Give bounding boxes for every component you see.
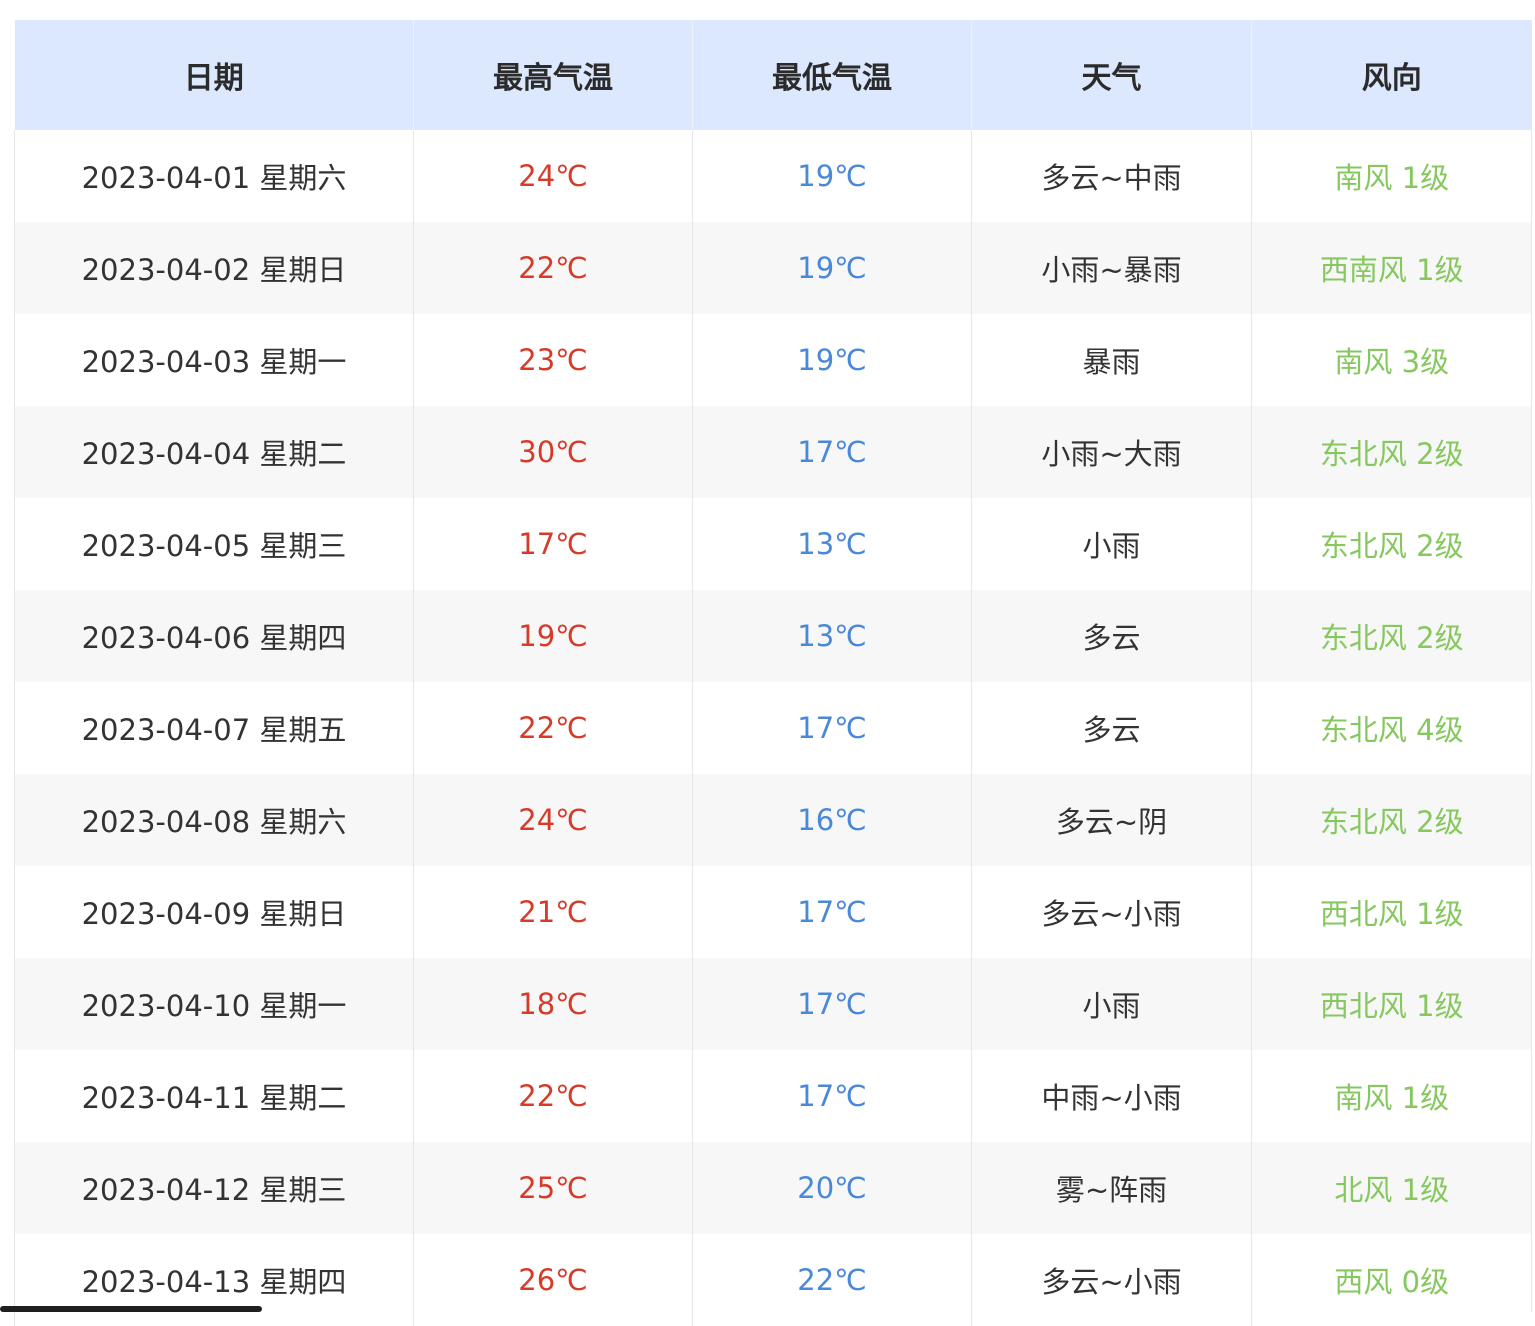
table-row: 2023-04-10 星期一 18℃ 17℃ 小雨 西北风 1级 xyxy=(14,958,1532,1050)
weather-cell: 暴雨 xyxy=(971,314,1252,406)
weather-cell: 多云~小雨 xyxy=(971,1234,1252,1326)
table-right-border xyxy=(1531,20,1532,1312)
table-row: 2023-04-03 星期一 23℃ 19℃ 暴雨 南风 3级 xyxy=(14,314,1532,406)
high-temp-cell: 23℃ xyxy=(413,314,693,406)
table-row: 2023-04-05 星期三 17℃ 13℃ 小雨 东北风 2级 xyxy=(14,498,1532,590)
date-cell: 2023-04-08 星期六 xyxy=(14,774,414,866)
date-cell: 2023-04-06 星期四 xyxy=(14,590,414,682)
low-temp-cell: 17℃ xyxy=(692,866,972,958)
wind-cell: 南风 1级 xyxy=(1251,130,1532,222)
weather-table: 日期 最高气温 最低气温 天气 风向 2023-04-01 星期六 24℃ 19… xyxy=(14,20,1532,1326)
wind-cell: 南风 3级 xyxy=(1251,314,1532,406)
high-temp-cell: 19℃ xyxy=(413,590,693,682)
date-cell: 2023-04-02 星期日 xyxy=(14,222,414,314)
high-temp-cell: 22℃ xyxy=(413,222,693,314)
low-temp-cell: 13℃ xyxy=(692,590,972,682)
table-row: 2023-04-08 星期六 24℃ 16℃ 多云~阴 东北风 2级 xyxy=(14,774,1532,866)
header-date[interactable]: 日期 xyxy=(14,20,414,130)
weather-cell: 多云~中雨 xyxy=(971,130,1252,222)
date-cell: 2023-04-04 星期二 xyxy=(14,406,414,498)
table-row: 2023-04-11 星期二 22℃ 17℃ 中雨~小雨 南风 1级 xyxy=(14,1050,1532,1142)
weather-cell: 多云~小雨 xyxy=(971,866,1252,958)
wind-cell: 西北风 1级 xyxy=(1251,958,1532,1050)
horizontal-scrollbar[interactable] xyxy=(0,1306,262,1312)
high-temp-cell: 26℃ xyxy=(413,1234,693,1326)
high-temp-cell: 18℃ xyxy=(413,958,693,1050)
header-low-temp[interactable]: 最低气温 xyxy=(692,20,972,130)
wind-cell: 东北风 2级 xyxy=(1251,590,1532,682)
weather-cell: 多云 xyxy=(971,590,1252,682)
weather-cell: 多云~阴 xyxy=(971,774,1252,866)
table-row: 2023-04-13 星期四 26℃ 22℃ 多云~小雨 西风 0级 xyxy=(14,1234,1532,1326)
weather-cell: 小雨 xyxy=(971,498,1252,590)
table-row: 2023-04-07 星期五 22℃ 17℃ 多云 东北风 4级 xyxy=(14,682,1532,774)
wind-cell: 东北风 2级 xyxy=(1251,406,1532,498)
table-row: 2023-04-04 星期二 30℃ 17℃ 小雨~大雨 东北风 2级 xyxy=(14,406,1532,498)
date-cell: 2023-04-13 星期四 xyxy=(14,1234,414,1326)
table-row: 2023-04-02 星期日 22℃ 19℃ 小雨~暴雨 西南风 1级 xyxy=(14,222,1532,314)
date-cell: 2023-04-05 星期三 xyxy=(14,498,414,590)
wind-cell: 西北风 1级 xyxy=(1251,866,1532,958)
weather-cell: 多云 xyxy=(971,682,1252,774)
low-temp-cell: 17℃ xyxy=(692,958,972,1050)
low-temp-cell: 19℃ xyxy=(692,130,972,222)
low-temp-cell: 20℃ xyxy=(692,1142,972,1234)
low-temp-cell: 17℃ xyxy=(692,406,972,498)
low-temp-cell: 16℃ xyxy=(692,774,972,866)
low-temp-cell: 17℃ xyxy=(692,1050,972,1142)
wind-cell: 西南风 1级 xyxy=(1251,222,1532,314)
weather-table-container: 日期 最高气温 最低气温 天气 风向 2023-04-01 星期六 24℃ 19… xyxy=(14,20,1532,1326)
wind-cell: 东北风 2级 xyxy=(1251,774,1532,866)
table-header: 日期 最高气温 最低气温 天气 风向 xyxy=(14,20,1532,130)
wind-cell: 南风 1级 xyxy=(1251,1050,1532,1142)
low-temp-cell: 17℃ xyxy=(692,682,972,774)
high-temp-cell: 21℃ xyxy=(413,866,693,958)
wind-cell: 北风 1级 xyxy=(1251,1142,1532,1234)
high-temp-cell: 24℃ xyxy=(413,774,693,866)
high-temp-cell: 22℃ xyxy=(413,682,693,774)
date-cell: 2023-04-07 星期五 xyxy=(14,682,414,774)
high-temp-cell: 30℃ xyxy=(413,406,693,498)
date-cell: 2023-04-03 星期一 xyxy=(14,314,414,406)
weather-cell: 小雨~暴雨 xyxy=(971,222,1252,314)
high-temp-cell: 25℃ xyxy=(413,1142,693,1234)
low-temp-cell: 13℃ xyxy=(692,498,972,590)
wind-cell: 西风 0级 xyxy=(1251,1234,1532,1326)
weather-cell: 小雨~大雨 xyxy=(971,406,1252,498)
wind-cell: 东北风 2级 xyxy=(1251,498,1532,590)
date-cell: 2023-04-01 星期六 xyxy=(14,130,414,222)
header-wind[interactable]: 风向 xyxy=(1251,20,1532,130)
high-temp-cell: 22℃ xyxy=(413,1050,693,1142)
table-row: 2023-04-06 星期四 19℃ 13℃ 多云 东北风 2级 xyxy=(14,590,1532,682)
weather-cell: 中雨~小雨 xyxy=(971,1050,1252,1142)
date-cell: 2023-04-09 星期日 xyxy=(14,866,414,958)
date-cell: 2023-04-10 星期一 xyxy=(14,958,414,1050)
low-temp-cell: 19℃ xyxy=(692,314,972,406)
low-temp-cell: 19℃ xyxy=(692,222,972,314)
weather-cell: 小雨 xyxy=(971,958,1252,1050)
weather-cell: 雾~阵雨 xyxy=(971,1142,1252,1234)
date-cell: 2023-04-12 星期三 xyxy=(14,1142,414,1234)
header-high-temp[interactable]: 最高气温 xyxy=(413,20,693,130)
table-row: 2023-04-01 星期六 24℃ 19℃ 多云~中雨 南风 1级 xyxy=(14,130,1532,222)
date-cell: 2023-04-11 星期二 xyxy=(14,1050,414,1142)
high-temp-cell: 24℃ xyxy=(413,130,693,222)
table-row: 2023-04-09 星期日 21℃ 17℃ 多云~小雨 西北风 1级 xyxy=(14,866,1532,958)
table-body: 2023-04-01 星期六 24℃ 19℃ 多云~中雨 南风 1级 2023-… xyxy=(14,130,1532,1326)
header-weather[interactable]: 天气 xyxy=(971,20,1252,130)
high-temp-cell: 17℃ xyxy=(413,498,693,590)
header-row: 日期 最高气温 最低气温 天气 风向 xyxy=(14,20,1532,130)
wind-cell: 东北风 4级 xyxy=(1251,682,1532,774)
low-temp-cell: 22℃ xyxy=(692,1234,972,1326)
table-row: 2023-04-12 星期三 25℃ 20℃ 雾~阵雨 北风 1级 xyxy=(14,1142,1532,1234)
